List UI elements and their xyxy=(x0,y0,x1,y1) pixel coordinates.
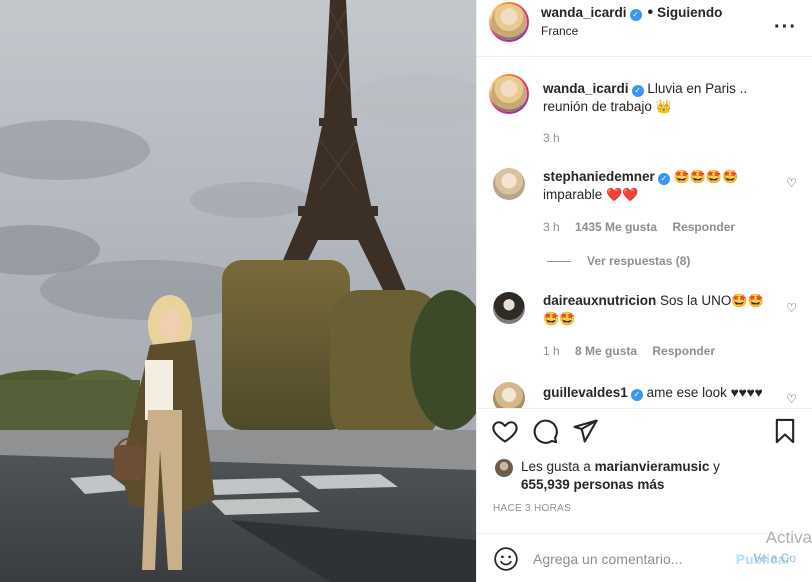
author-avatar[interactable] xyxy=(489,2,529,42)
post-header: wanda_icardi ✓ • Siguiendo France ··· xyxy=(477,0,812,57)
caption-time[interactable]: 3 h xyxy=(543,131,560,145)
commenter-username[interactable]: stephaniedemner xyxy=(543,169,655,184)
comment-likes[interactable]: 8 Me gusta xyxy=(575,344,637,358)
liker-username[interactable]: marianvieramusic xyxy=(595,459,710,474)
red-heart-emoji-icon: ❤️❤️ xyxy=(606,187,639,202)
view-replies-button[interactable]: Ver respuestas (8) xyxy=(547,254,690,268)
comment-likes[interactable]: 1435 Me gusta xyxy=(575,220,657,234)
comment-text: ame ese look ♥♥♥♥ xyxy=(646,385,763,400)
likes-prefix: Les gusta a xyxy=(521,459,591,474)
like-comment-heart-icon[interactable]: ♡ xyxy=(786,392,797,406)
commenter-avatar[interactable] xyxy=(493,292,525,324)
caption-text-line1: Lluvia en Paris .. xyxy=(647,81,748,96)
liker-avatar[interactable] xyxy=(495,459,513,477)
commenter-avatar[interactable] xyxy=(493,168,525,200)
caption-username[interactable]: wanda_icardi xyxy=(543,81,629,96)
comment-text: Sos la UNO xyxy=(660,293,732,308)
post-location[interactable]: France xyxy=(541,24,578,38)
reply-button[interactable]: Responder xyxy=(652,344,715,358)
separator-dot: • xyxy=(647,4,654,21)
like-heart-icon[interactable] xyxy=(491,417,519,445)
verified-badge-icon: ✓ xyxy=(657,173,670,185)
like-comment-heart-icon[interactable]: ♡ xyxy=(786,176,797,190)
caption-avatar[interactable] xyxy=(489,74,529,114)
post-photo[interactable] xyxy=(0,0,476,582)
comment-time[interactable]: 3 h xyxy=(543,220,560,234)
more-options-icon[interactable]: ··· xyxy=(774,16,797,39)
verified-badge-icon: ✓ xyxy=(630,389,643,401)
comment-text: imparable xyxy=(543,187,603,202)
comment-bubble-icon[interactable] xyxy=(531,417,559,445)
post-actions-bar xyxy=(477,408,812,450)
emoji-smiley-icon[interactable] xyxy=(493,546,519,572)
star-eyes-emoji-icon: 🤩🤩🤩🤩 xyxy=(673,169,739,184)
likes-count[interactable]: 655,939 personas más xyxy=(521,477,664,492)
verified-badge-icon: ✓ xyxy=(629,9,642,21)
activation-watermark-subtext: Ve a Co xyxy=(753,551,796,565)
following-button[interactable]: Siguiendo xyxy=(657,5,722,20)
share-paper-plane-icon[interactable] xyxy=(571,417,599,445)
likes-summary[interactable]: Les gusta a marianvieramusic y 655,939 p… xyxy=(493,458,720,494)
caption-text-line2: reunión de trabajo xyxy=(543,99,652,114)
verified-badge-icon: ✓ xyxy=(631,85,644,97)
instagram-post-window: wanda_icardi ✓ • Siguiendo France ··· wanda… xyxy=(0,0,812,582)
commenter-username[interactable]: guillevaldes1 xyxy=(543,385,628,400)
star-eyes-emoji-icon: 🤩🤩 xyxy=(731,293,764,308)
like-comment-heart-icon[interactable]: ♡ xyxy=(786,301,797,315)
comment-input[interactable]: Agrega un comentario... xyxy=(533,551,682,567)
post-timestamp[interactable]: HACE 3 HORAS xyxy=(493,503,571,514)
save-bookmark-icon[interactable] xyxy=(771,417,799,445)
commenter-avatar[interactable] xyxy=(493,382,525,408)
comment-time[interactable]: 1 h xyxy=(543,344,560,358)
replies-divider xyxy=(547,261,571,263)
star-eyes-emoji-icon: 🤩🤩 xyxy=(543,311,576,326)
crown-emoji-icon: 👑 xyxy=(655,99,672,114)
likes-connector: y xyxy=(713,459,720,474)
view-replies-label: Ver respuestas (8) xyxy=(587,254,691,268)
eiffel-tower-photo xyxy=(0,0,476,582)
commenter-username[interactable]: daireauxnutricion xyxy=(543,293,656,308)
activation-watermark: Activa xyxy=(765,528,812,547)
reply-button[interactable]: Responder xyxy=(672,220,735,234)
author-username[interactable]: wanda_icardi xyxy=(541,5,627,20)
post-side-panel: wanda_icardi ✓ • Siguiendo France ··· wanda… xyxy=(476,0,812,582)
comments-list[interactable]: wanda_icardi ✓ Lluvia en Paris .. reunión… xyxy=(477,58,812,408)
